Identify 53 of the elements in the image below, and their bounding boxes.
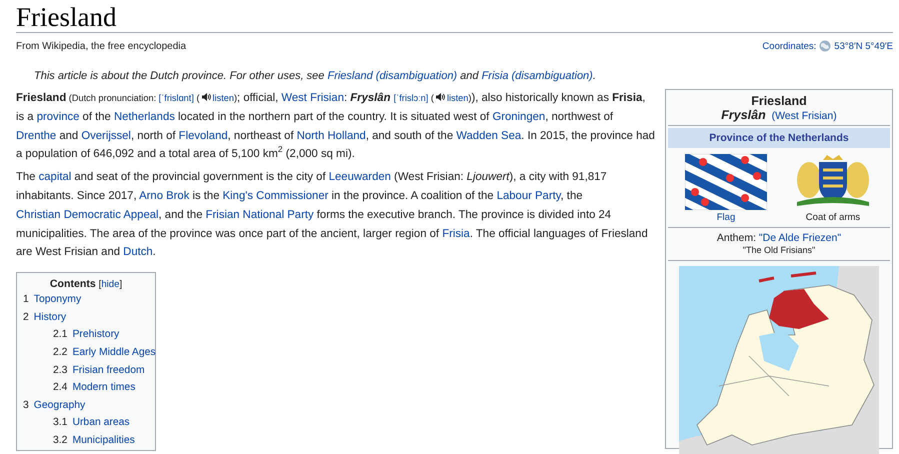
native-name: Fryslân bbox=[721, 108, 766, 122]
link[interactable]: Coordinates: bbox=[762, 40, 816, 52]
globe-icon bbox=[819, 40, 832, 52]
link[interactable]: Leeuwarden bbox=[328, 171, 391, 184]
anthem-translation: "The Old Frisians" bbox=[742, 245, 816, 255]
link[interactable]: King's Commissioner bbox=[222, 190, 328, 202]
link[interactable]: (West Frisian) bbox=[772, 110, 837, 122]
link[interactable]: listen bbox=[446, 93, 468, 103]
link[interactable]: 53°8′N 5°49′E bbox=[834, 40, 893, 52]
infobox-header: Province of the Netherlands bbox=[668, 128, 890, 148]
paragraph: The capital and seat of the provincial government is the city of Leeuwarden (West Frisian: Ljouwert), a city with 91,817 inhabitants. Since 2017, Arno Brok is the King's Commissioner in the province. A coalition of the Labour Party, the Christian Democratic Appeal, and the Frisian National Party forms the executive branch. The province is divided into 24 municipalities. The area of the province was once part of the ancient, larger region of Frisia. The official languages of Friesland are West Frisian and Dutch. bbox=[16, 170, 649, 260]
link[interactable]: Wadden Sea bbox=[456, 130, 522, 142]
link[interactable]: Flevoland bbox=[178, 130, 228, 142]
link[interactable]: Frisia bbox=[442, 228, 470, 240]
toc-item[interactable]: 2 History bbox=[23, 312, 66, 323]
anthem-label: Anthem: bbox=[716, 232, 757, 244]
link[interactable]: Dutch bbox=[123, 246, 153, 258]
toc-item[interactable]: 3 Geography bbox=[23, 400, 86, 411]
link[interactable]: [ˈfrislɑnt] bbox=[158, 93, 194, 103]
toc-item[interactable]: 2.3 Frisian freedom bbox=[53, 364, 145, 376]
link[interactable]: capital bbox=[38, 171, 72, 184]
link[interactable]: North Holland bbox=[296, 130, 366, 142]
link[interactable]: Drenthe bbox=[16, 130, 56, 142]
toc-item[interactable]: 2.2 Early Middle Ages bbox=[53, 346, 156, 358]
toc-toggle[interactable]: [hide] bbox=[98, 279, 122, 290]
link[interactable]: Friesland (disambiguation) bbox=[327, 70, 458, 82]
toc-item[interactable]: 3.2 Municipalities bbox=[53, 434, 135, 446]
link[interactable]: [ˈfrislɔːn] bbox=[394, 93, 428, 103]
link[interactable]: "De Alde Friezen" bbox=[758, 232, 842, 244]
toc-item[interactable]: 2.4 Modern times bbox=[53, 382, 136, 394]
link[interactable]: Groningen bbox=[492, 110, 546, 123]
flag-drawing[interactable] bbox=[685, 154, 767, 210]
link[interactable]: Netherlands bbox=[114, 110, 175, 123]
link[interactable]: Overijssel bbox=[81, 130, 131, 142]
infobox-title: Friesland bbox=[751, 94, 807, 108]
toc-title: Contents bbox=[50, 278, 96, 290]
toc-item[interactable]: 2.1 Prehistory bbox=[53, 329, 120, 340]
toc-item[interactable]: 1 Toponymy bbox=[23, 294, 82, 306]
link[interactable]: Labour Party bbox=[496, 190, 561, 202]
page-title: Friesland bbox=[16, 0, 893, 33]
link[interactable]: Christian Democratic Appeal bbox=[16, 208, 159, 221]
hatnote: This article is about the Dutch province. For other uses, see Friesland (disambiguation) and Frisia (disambiguation). bbox=[33, 69, 597, 82]
link[interactable]: Arno Brok bbox=[139, 190, 190, 202]
link[interactable]: listen bbox=[212, 93, 234, 103]
image-caption: Coat of arms bbox=[806, 212, 860, 223]
link[interactable]: Frisian National Party bbox=[206, 208, 314, 221]
link[interactable]: Frisia (disambiguation) bbox=[482, 70, 593, 82]
toc-item[interactable]: 3.1 Urban areas bbox=[53, 417, 130, 428]
tagline: From Wikipedia, the free encyclopedia bbox=[16, 40, 186, 52]
link[interactable]: province bbox=[36, 110, 80, 123]
link[interactable]: West Frisian bbox=[281, 92, 344, 104]
paragraph: Friesland (Dutch pronunciation: [ˈfrislɑnt] ( listen); official, West Frisian: Fryslân [ˈfrislɔːn] ( listen)), also historically known as Frisia, is a province of the Netherlands located in the northern part of the country. It is situated west of Groningen, northwest of Drenthe and Overijssel, north of Flevoland, northeast of North Holland, and south of the Wadden Sea. In 2015, the province had a population of 646,092 and a total area of 5,100 km$^{2}$ (2,000 sq mi). bbox=[16, 89, 655, 164]
link[interactable]: Flag bbox=[716, 212, 736, 223]
